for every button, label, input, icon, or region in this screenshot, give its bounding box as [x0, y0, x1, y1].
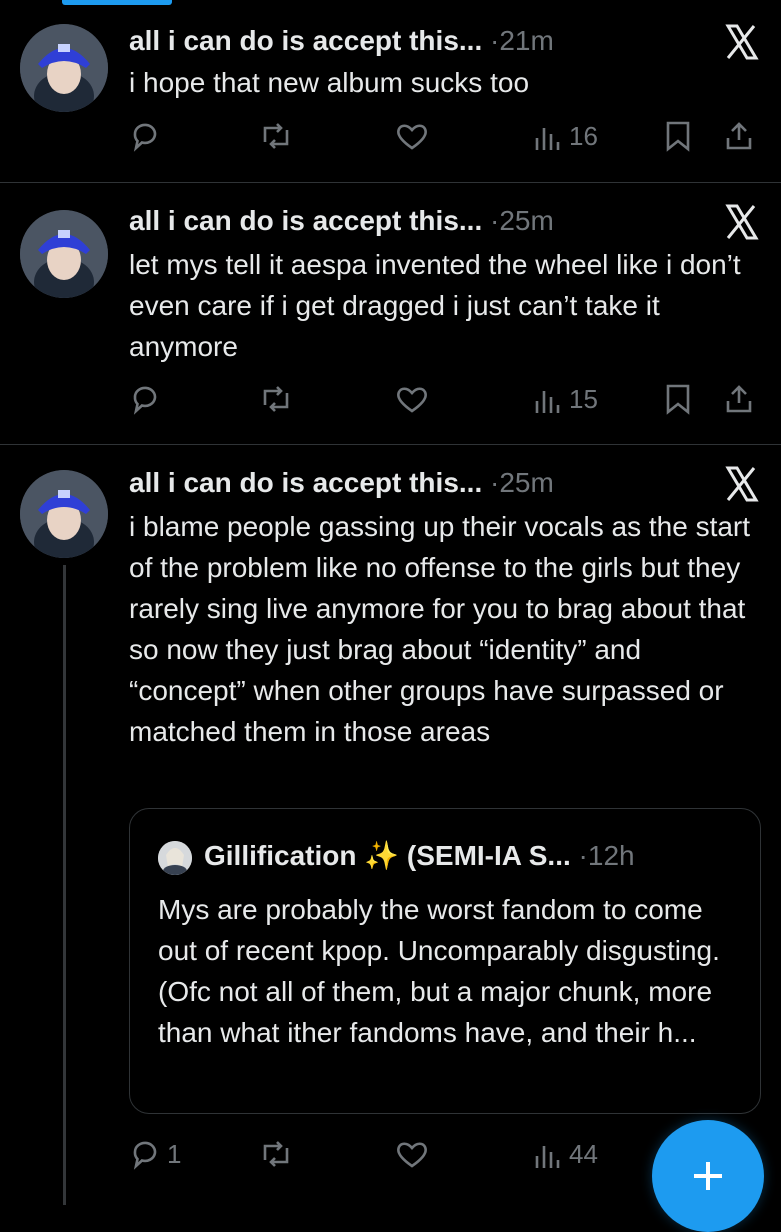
separator-dot: · — [490, 467, 500, 498]
like-button[interactable] — [395, 1134, 435, 1174]
bar-chart-icon — [533, 383, 563, 415]
separator-dot: · — [490, 25, 500, 56]
author-name[interactable]: all i can do is accept this... — [129, 25, 482, 56]
tweet-text: i hope that new album sucks too — [129, 67, 530, 98]
quote-text: Mys are probably the worst fandom to com… — [158, 894, 720, 1048]
tweet-text: i blame people gassing up their vocals a… — [129, 511, 751, 747]
bookmark-button[interactable] — [663, 379, 693, 419]
bookmark-icon — [663, 383, 693, 415]
retweet-button[interactable] — [259, 379, 299, 419]
bookmark-button[interactable] — [663, 116, 693, 156]
plus-icon — [688, 1156, 728, 1201]
divider — [0, 182, 781, 183]
quote-author-name: Gillification — [204, 840, 357, 871]
tweet-text: let mys tell it aespa invented the wheel… — [129, 249, 741, 362]
tweet-header: all i can do is accept this... ·21m — [129, 24, 554, 58]
retweet-button[interactable] — [259, 116, 299, 156]
tweet-actions: 15 — [129, 379, 769, 419]
retweet-icon — [259, 120, 293, 152]
quoted-tweet[interactable]: Gillification ✨ (SEMI-IA S... ·12h Mys a… — [129, 808, 761, 1114]
bar-chart-icon — [533, 120, 563, 152]
views-count: 15 — [569, 383, 598, 414]
reply-button[interactable]: 1 — [129, 1134, 181, 1174]
bar-chart-icon — [533, 1138, 563, 1170]
thread-line — [63, 565, 66, 1205]
share-button[interactable] — [723, 379, 755, 419]
retweet-button[interactable] — [259, 1134, 299, 1174]
heart-icon — [395, 1138, 429, 1170]
timestamp[interactable]: 25m — [499, 467, 553, 498]
heart-icon — [395, 383, 429, 415]
timestamp[interactable]: 21m — [499, 25, 553, 56]
views-button[interactable]: 44 — [533, 1134, 598, 1174]
speech-bubble-icon — [129, 120, 161, 152]
quote-timestamp: 12h — [587, 840, 635, 871]
retweet-icon — [259, 1138, 293, 1170]
reply-button[interactable] — [129, 116, 167, 156]
sparkles-emoji: ✨ — [364, 840, 400, 871]
views-count: 44 — [569, 1138, 598, 1169]
avatar[interactable] — [20, 24, 108, 112]
speech-bubble-icon — [129, 1138, 161, 1170]
avatar[interactable] — [20, 210, 108, 298]
timestamp[interactable]: 25m — [499, 205, 553, 236]
divider — [0, 444, 781, 445]
share-icon — [723, 383, 755, 415]
top-tab-indicator — [62, 0, 172, 5]
views-count: 16 — [569, 120, 598, 151]
x-icon[interactable] — [722, 202, 762, 242]
avatar[interactable] — [20, 470, 108, 558]
views-button[interactable]: 16 — [533, 116, 598, 156]
tweet-actions: 16 — [129, 116, 769, 156]
x-icon[interactable] — [722, 464, 762, 504]
like-button[interactable] — [395, 379, 435, 419]
author-name[interactable]: all i can do is accept this... — [129, 205, 482, 236]
tweet-header: all i can do is accept this... ·25m — [129, 466, 554, 500]
separator-dot: · — [578, 840, 588, 871]
x-icon[interactable] — [722, 22, 762, 62]
speech-bubble-icon — [129, 383, 161, 415]
share-button[interactable] — [723, 116, 755, 156]
reply-button[interactable] — [129, 379, 167, 419]
tweet-header: all i can do is accept this... ·25m — [129, 204, 554, 238]
heart-icon — [395, 120, 429, 152]
retweet-icon — [259, 383, 293, 415]
like-button[interactable] — [395, 116, 435, 156]
bookmark-icon — [663, 120, 693, 152]
quote-header: Gillification ✨ (SEMI-IA S... ·12h — [158, 839, 635, 873]
separator-dot: · — [490, 205, 500, 236]
compose-button[interactable] — [652, 1120, 764, 1232]
quote-author-suffix: (SEMI-IA S... — [406, 840, 571, 871]
share-icon — [723, 120, 755, 152]
views-button[interactable]: 15 — [533, 379, 598, 419]
reply-count: 1 — [167, 1138, 182, 1169]
author-name[interactable]: all i can do is accept this... — [129, 467, 482, 498]
